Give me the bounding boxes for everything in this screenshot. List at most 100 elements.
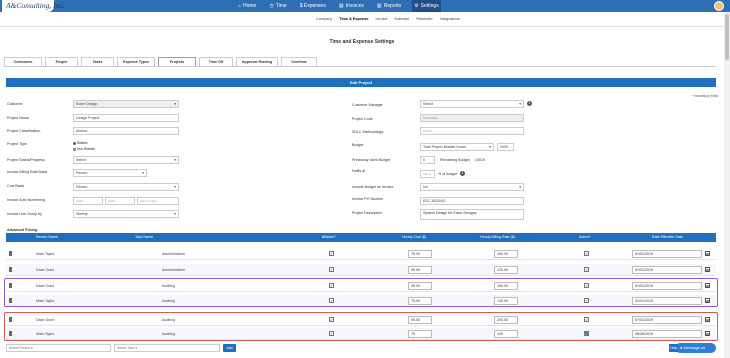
tab-time-off[interactable]: Time Off: [199, 57, 233, 66]
subnav-integrations[interactable]: Integrations: [440, 17, 460, 21]
effective-date-input[interactable]: 01/01/2019: [632, 266, 702, 274]
hourly-cost-input[interactable]: 90.00: [408, 316, 432, 324]
effective-date-input[interactable]: 01/01/2019: [632, 250, 702, 258]
gear-icon: ⚙: [414, 3, 419, 9]
add-button[interactable]: Add: [223, 344, 236, 352]
info-icon[interactable]: i: [527, 101, 532, 106]
billing-rate-input[interactable]: 125.00: [494, 297, 518, 305]
subnav-invoice[interactable]: Invoice: [376, 17, 388, 21]
settings-tabs: Customers People Tasks Expense Types Pro…: [4, 57, 317, 66]
subnav-company[interactable]: Company: [316, 17, 332, 21]
trash-icon[interactable]: [9, 298, 12, 303]
calendar-icon[interactable]: ▦: [705, 317, 710, 322]
trash-icon[interactable]: [9, 267, 12, 272]
subnav-reminder[interactable]: Reminder: [416, 17, 432, 21]
billable-checkbox[interactable]: ✓: [329, 251, 334, 256]
tab-expense-types[interactable]: Expense Types: [117, 57, 155, 66]
subnav-time-expense[interactable]: Time & Expense: [339, 17, 368, 21]
hourly-cost-input[interactable]: 90.00: [408, 282, 432, 290]
avatar[interactable]: [714, 1, 724, 11]
calendar-icon[interactable]: ▦: [705, 267, 710, 272]
select-person-dropdown[interactable]: Select Person ▾: [6, 344, 111, 352]
active-checkbox[interactable]: ✓: [584, 267, 589, 272]
customer-select[interactable]: Ecker Design ▾: [73, 100, 179, 108]
nav-time[interactable]: ◷ Time: [267, 0, 288, 12]
active-checkbox[interactable]: ✓: [584, 283, 589, 288]
message-us-button[interactable]: Help ● Message us: [669, 343, 716, 353]
calendar-icon[interactable]: ▦: [705, 251, 710, 256]
trash-icon[interactable]: [9, 331, 12, 336]
billing-rate-input[interactable]: 100.00: [494, 250, 518, 258]
effective-date-input[interactable]: 01/01/2019: [632, 282, 702, 290]
billable-checkbox[interactable]: ✓: [329, 331, 334, 336]
active-checkbox[interactable]: ✓: [584, 251, 589, 256]
task-name-cell: Administration: [162, 252, 185, 256]
nav-expenses[interactable]: $ Expenses: [298, 0, 328, 12]
suffix-input[interactable]: suffix: [105, 197, 135, 205]
billing-rate-input[interactable]: 200.00: [494, 316, 518, 324]
tab-tasks[interactable]: Tasks: [81, 57, 114, 66]
description-textarea[interactable]: System Design for Ecker Designs: [420, 209, 524, 220]
line-group-select[interactable]: Weekly ▾: [73, 210, 179, 218]
project-code-input[interactable]: RAT2RNZL: [420, 114, 524, 122]
auto-number-input[interactable]: auto number: [137, 197, 179, 205]
project-name-input[interactable]: Design Project: [73, 114, 179, 122]
effective-date-input[interactable]: 08/08/2019: [632, 330, 702, 338]
effective-date-input[interactable]: 01/01/2019: [632, 297, 702, 305]
calendar-icon[interactable]: ▦: [705, 331, 710, 336]
trash-icon[interactable]: [9, 317, 12, 322]
notify-input[interactable]: 100.0: [420, 170, 435, 178]
trash-icon[interactable]: [9, 251, 12, 256]
sdlc-input[interactable]: Hybrid: [420, 127, 524, 135]
chevron-down-icon: ▾: [174, 212, 176, 216]
nav-settings[interactable]: ⚙ Settings: [412, 0, 441, 12]
hourly-cost-input[interactable]: 75: [408, 330, 432, 338]
tab-approval-routing[interactable]: Approval Routing: [236, 57, 278, 66]
billable-checkbox[interactable]: ✓: [329, 298, 334, 303]
nav-home[interactable]: ⌂ Home: [236, 0, 258, 12]
tab-overtime[interactable]: Overtime: [281, 57, 317, 66]
customer-manager-select[interactable]: Select ▾: [420, 100, 524, 108]
non-billable-radio[interactable]: Non Billable: [73, 147, 95, 151]
billing-rate-input[interactable]: 125: [494, 330, 518, 338]
calendar-icon[interactable]: ▦: [705, 298, 710, 303]
billable-checkbox[interactable]: ✓: [329, 317, 334, 322]
calendar-icon[interactable]: ▦: [705, 283, 710, 288]
select-task-dropdown[interactable]: Select Task ▾: [114, 344, 220, 352]
scrollbar-thumb[interactable]: [725, 14, 729, 60]
budget-amount-input[interactable]: 2000: [497, 143, 514, 151]
nav-reports[interactable]: ▥ Reports: [375, 0, 403, 12]
active-checkbox[interactable]: ✓: [584, 331, 589, 336]
tab-people[interactable]: People: [45, 57, 78, 66]
billable-radio[interactable]: Billable: [73, 141, 88, 145]
billing-rate-input[interactable]: 150.00: [494, 282, 518, 290]
cost-basis-select[interactable]: Person ▾: [73, 183, 179, 191]
help-button[interactable]: Help: [669, 344, 679, 352]
include-budget-select[interactable]: No ▾: [420, 183, 524, 191]
tab-customers[interactable]: Customers: [4, 57, 42, 66]
hourly-cost-input[interactable]: 90.00: [408, 266, 432, 274]
person-name-cell: Mark Taylor: [36, 299, 55, 303]
page-scrollbar[interactable]: [724, 12, 730, 358]
hourly-cost-input[interactable]: 75.00: [408, 297, 432, 305]
info-icon[interactable]: i: [460, 171, 465, 176]
nav-invoices[interactable]: ▤ Invoices: [337, 0, 366, 12]
tab-projects[interactable]: Projects: [158, 57, 196, 66]
company-logo[interactable]: A&Consulting, Inc.: [2, 0, 65, 12]
project-classification-input[interactable]: Anchor: [73, 127, 179, 135]
billing-rate-basis-select[interactable]: Person ▾: [73, 169, 147, 177]
project-status-select[interactable]: Select ▾: [73, 156, 179, 164]
prefix-input[interactable]: prefix: [73, 197, 103, 205]
budget-type-select[interactable]: Total Project Billable Hours ▾: [420, 143, 494, 151]
hourly-cost-input[interactable]: 75.00: [408, 250, 432, 258]
effective-date-input[interactable]: 07/01/2019: [632, 316, 702, 324]
billable-checkbox[interactable]: ✓: [329, 267, 334, 272]
trash-icon[interactable]: [9, 283, 12, 288]
po-number-input[interactable]: EDC-8203401: [420, 197, 524, 205]
previously-used-input[interactable]: 0: [420, 156, 435, 164]
active-checkbox[interactable]: ✓: [584, 298, 589, 303]
active-checkbox[interactable]: ✓: [584, 317, 589, 322]
subnav-estimate[interactable]: Estimate: [395, 17, 410, 21]
billable-checkbox[interactable]: ✓: [329, 283, 334, 288]
billing-rate-input[interactable]: 120.00: [494, 266, 518, 274]
